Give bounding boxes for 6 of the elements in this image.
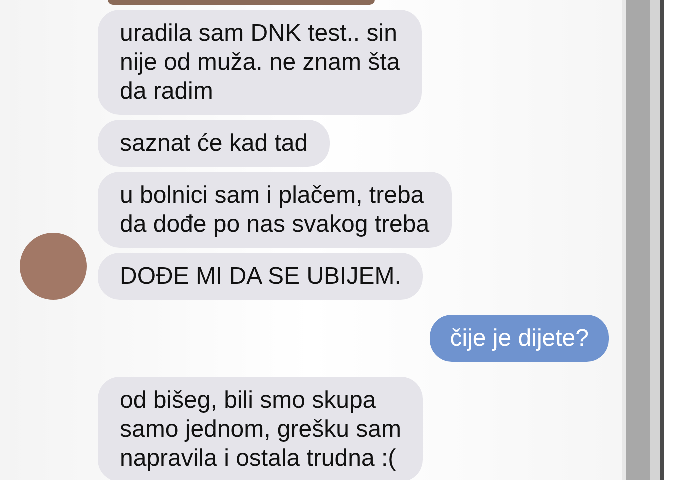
message-bubble: saznat će kad tad: [98, 120, 330, 167]
message-bubble: uradila sam DNK test.. sin nije od muža. ne znam šta da radim: [98, 10, 422, 115]
message-bubble: od bišeg, bili smo skupa samo jednom, grešku sam napravila i ostala trudna :(: [98, 377, 424, 480]
message-bubble: čije je dijete?: [430, 315, 609, 362]
message-bubble: u bolnici sam i plačem, treba da dođe po nas svakog treba: [98, 172, 452, 248]
message-bubble: DOĐE MI DA SE UBIJEM.: [98, 253, 424, 300]
